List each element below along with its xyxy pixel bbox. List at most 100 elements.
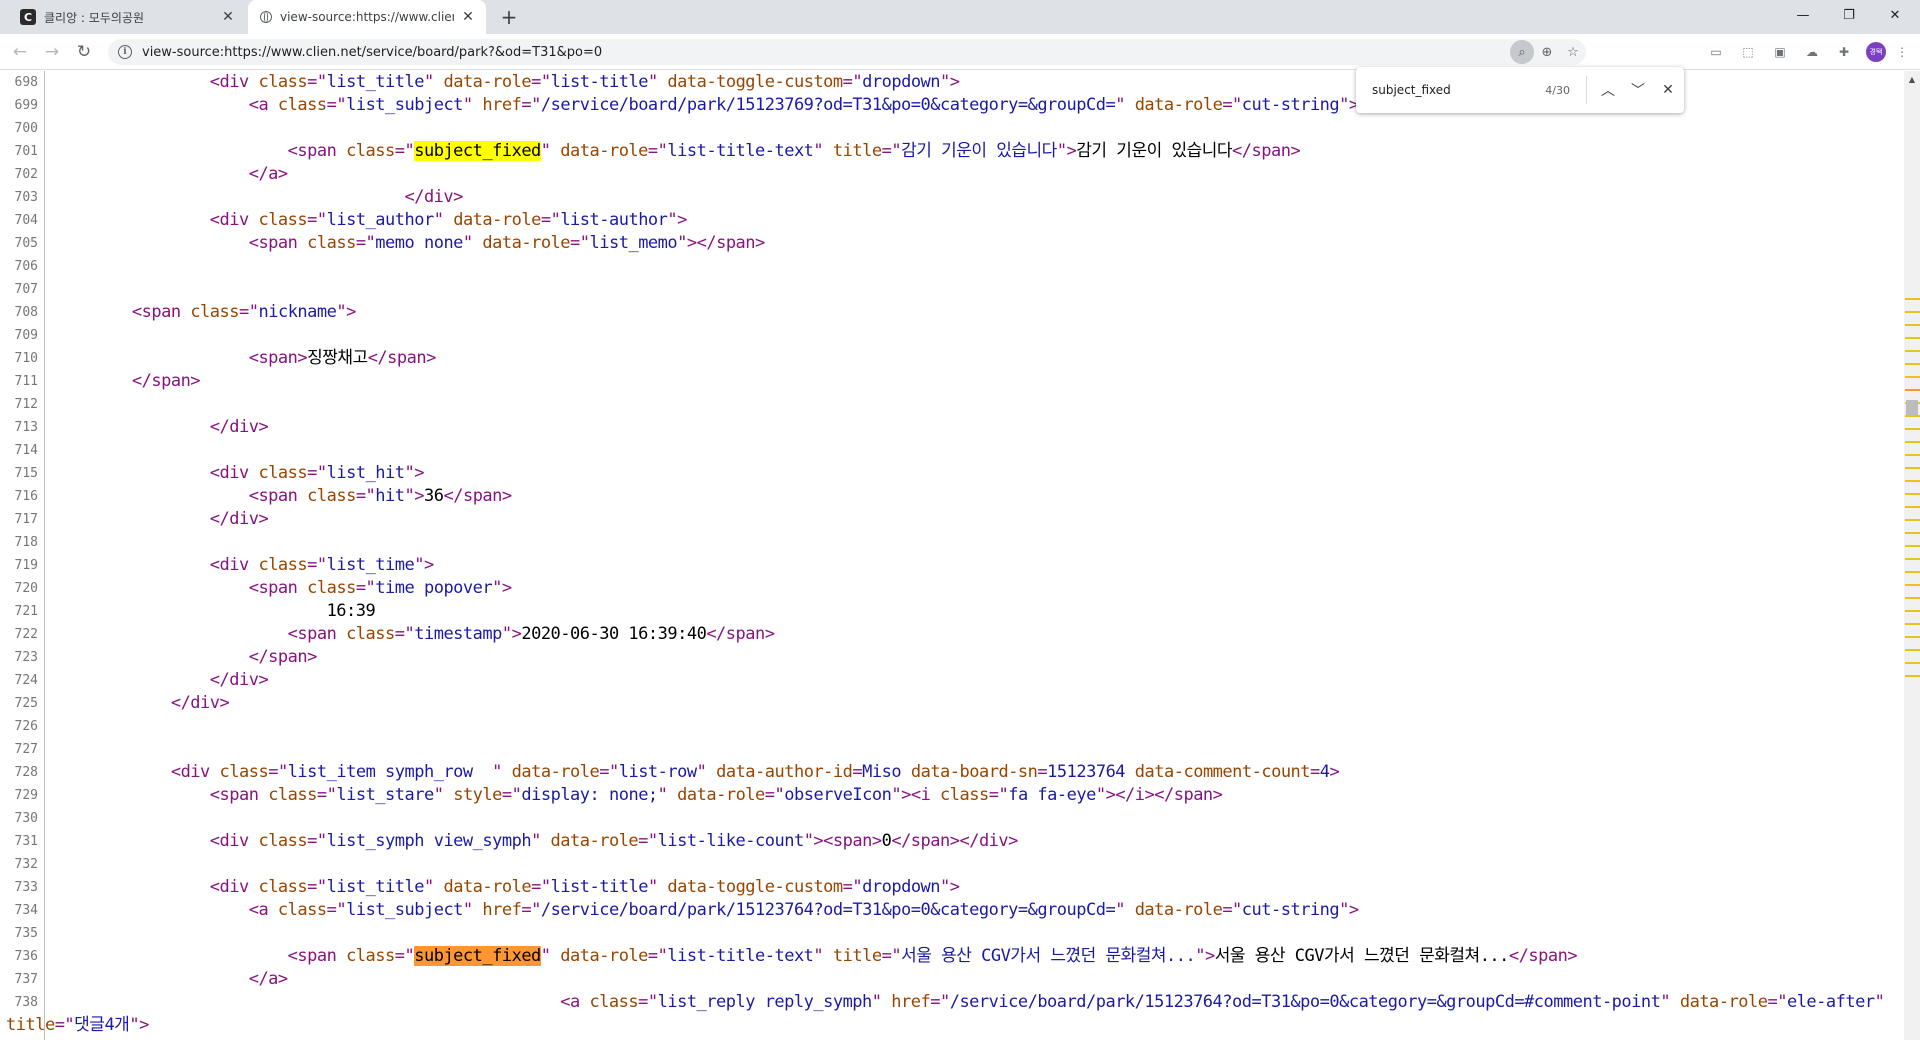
scrollbar-match-marker [1905,571,1920,573]
scrollbar-match-marker [1905,363,1920,365]
code-token: =" [531,877,551,897]
source-line: 703 </div> [0,186,1904,209]
forward-button[interactable]: → [40,40,64,64]
line-code: <a class="list_reply reply_symph" href="… [54,991,1885,1014]
bookmark-star-icon[interactable]: ☆ [1560,39,1586,65]
find-previous-button[interactable]: ︿ [1593,75,1623,105]
scrollbar-match-marker [1905,467,1920,469]
url-text[interactable]: view-source:https://www.clien.net/servic… [142,45,602,60]
code-token: class [346,141,395,161]
arrow-right-icon: → [44,42,60,62]
find-close-button[interactable]: ✕ [1653,75,1683,105]
scrollbar-thumb[interactable] [1906,400,1918,416]
code-token: cut-string [1241,900,1340,920]
line-number: 721 [14,604,38,619]
address-bar[interactable]: i view-source:https://www.clien.net/serv… [108,39,1586,65]
tab-clien-park[interactable]: C 클리앙 : 모두의공원 ✕ [8,0,246,34]
vertical-scrollbar[interactable]: ▲ [1904,71,1920,1040]
find-next-button[interactable]: ﹀ [1623,75,1653,105]
scroll-up-arrow-icon[interactable]: ▲ [1904,71,1920,87]
minimize-button[interactable]: — [1780,0,1826,30]
code-token: data-role [550,831,639,851]
code-token: title [832,946,882,966]
extension-cloud-icon[interactable]: ☁ [1796,40,1828,64]
code-token: =" [394,141,415,161]
code-token: " [462,900,483,920]
reload-button[interactable]: ↻ [72,40,96,64]
extension-ex-icon[interactable]: ▣ [1764,40,1796,64]
info-icon[interactable]: i [118,45,132,59]
code-token: "><span> [803,831,882,851]
code-token: data-comment-count [1134,762,1311,782]
code-token: > [1329,762,1340,782]
find-in-page-icon[interactable]: ⌕ [1510,40,1534,64]
line-code: </div> [54,669,269,692]
close-tab-icon[interactable]: ✕ [460,9,476,25]
code-token: 16:39 [54,601,376,621]
source-line: 706 [0,255,1904,278]
source-line: 737 </a> [0,968,1904,991]
code-token: =" [764,785,785,805]
code-token: =" [521,95,541,115]
code-token: "> [492,578,512,598]
scrollbar-match-marker [1905,597,1920,599]
source-line: 711 </span> [0,370,1904,393]
code-token: </span> [1508,946,1578,966]
code-token: =" [638,992,658,1012]
back-button[interactable]: ← [8,40,32,64]
code-token: list-row [618,762,697,782]
code-token: data-role [1134,95,1223,115]
source-line: 725 </div> [0,692,1904,715]
code-token: data-role [443,877,532,897]
code-token: list-title-text [667,141,814,161]
tab-view-source[interactable]: view-source:https://www.clien.ne ✕ [248,0,486,34]
extension-screen-icon[interactable]: ▭ [1700,40,1732,64]
code-token: href [891,992,931,1012]
code-token: =" [307,877,327,897]
close-tab-icon[interactable]: ✕ [220,9,236,25]
code-token: =" [531,72,551,92]
source-line: 727 [0,738,1904,761]
menu-dots-icon[interactable]: ⋮ [1892,40,1912,64]
find-input[interactable] [1372,83,1522,97]
zoom-icon[interactable]: ⊕ [1534,39,1560,65]
code-token: " [1115,95,1135,115]
chevron-up-icon: ︿ [1601,83,1615,99]
find-separator [1586,76,1587,104]
profile-button[interactable]: 경택 [1860,40,1892,64]
line-number: 702 [14,167,38,182]
source-line: 707 [0,278,1904,301]
code-token: =" [881,141,902,161]
code-token: =" [239,302,259,322]
code-token: class [258,210,308,230]
code-token: <span [287,624,347,644]
code-token: data-author-id [716,762,853,782]
new-tab-button[interactable]: + [498,5,520,29]
code-token: "> [414,555,434,575]
close-icon: ✕ [1662,82,1674,98]
close-window-button[interactable]: ✕ [1872,0,1918,30]
line-code: <span class="memo none" data-role="list_… [54,232,766,255]
code-token: </a> [248,164,288,184]
extension-pdf-icon[interactable]: ⬚ [1732,40,1764,64]
source-line: 734 <a class="list_subject" href="/servi… [0,899,1904,922]
code-token: "> [1339,900,1359,920]
code-token: </span> [706,624,775,644]
extensions-area: ▭ ⬚ ▣ ☁ ✚ 경택 ⋮ [1700,40,1912,64]
code-token: class [258,463,308,483]
code-token: </div> [209,670,269,690]
line-number: 713 [14,420,38,435]
extensions-puzzle-icon[interactable]: ✚ [1828,40,1860,64]
maximize-button[interactable]: ❐ [1826,0,1872,30]
scrollbar-match-marker [1905,337,1920,339]
code-token: =" [988,785,1009,805]
line-number: 737 [14,972,38,987]
source-view[interactable]: 698 <div class="list_title" data-role="l… [0,71,1904,1040]
scrollbar-match-marker [1905,610,1920,612]
code-token: list-like-count [657,831,805,851]
